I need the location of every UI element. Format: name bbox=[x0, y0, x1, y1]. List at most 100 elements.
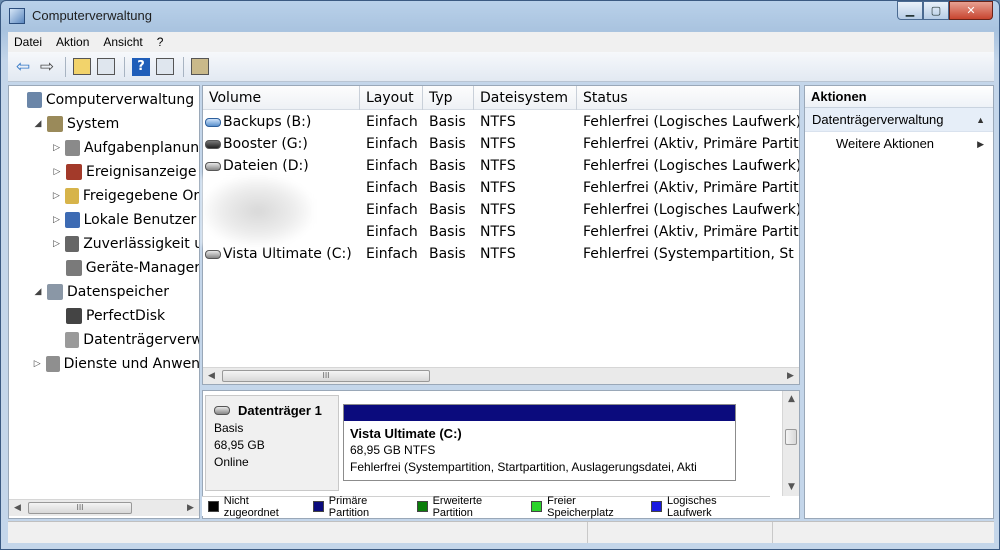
forward-button[interactable]: ⇨ bbox=[36, 56, 58, 78]
cell-dateisystem: NTFS bbox=[480, 243, 577, 265]
tree-item[interactable]: ▷ Freigegebene Ordr bbox=[51, 185, 199, 207]
column-volume[interactable]: Volume bbox=[203, 86, 360, 110]
caption-buttons: ▁ ▢ ✕ bbox=[897, 1, 993, 21]
cell-layout: Einfach bbox=[366, 177, 423, 199]
action-more-actions[interactable]: Weitere Aktionen ▶ bbox=[805, 132, 993, 156]
column-dateisystem[interactable]: Dateisystem bbox=[474, 86, 577, 110]
cell-volume-text: Dateien (D:) bbox=[223, 158, 309, 174]
expand-arrow-icon[interactable]: ▷ bbox=[51, 215, 62, 225]
close-button[interactable]: ✕ bbox=[949, 1, 993, 20]
up-folder-button[interactable] bbox=[71, 56, 93, 78]
expand-arrow-icon[interactable]: ▷ bbox=[32, 359, 43, 369]
up-folder-icon bbox=[73, 58, 91, 75]
help-button[interactable]: ? bbox=[130, 56, 152, 78]
disk-name-row: Datenträger 1 bbox=[214, 402, 330, 419]
cell-volume-text: Backups (B:) bbox=[223, 114, 312, 130]
tree-item-label: Zuverlässigkeit un bbox=[83, 236, 199, 252]
tree-item-label: Aufgabenplanung bbox=[83, 140, 199, 156]
cell-dateisystem: NTFS bbox=[480, 111, 577, 133]
legend-item: Primäre Partition bbox=[313, 495, 409, 519]
tree-horizontal-scrollbar[interactable]: ◀ III ▶ bbox=[9, 499, 199, 516]
tree-item[interactable]: ◢ Datenspeicher bbox=[32, 281, 199, 303]
scroll-thumb[interactable]: III bbox=[222, 370, 430, 382]
column-typ[interactable]: Typ bbox=[423, 86, 474, 110]
cell-typ-text: Basis bbox=[429, 224, 466, 240]
maximize-button[interactable]: ▢ bbox=[923, 1, 949, 20]
list-horizontal-scrollbar[interactable]: ◀ III ▶ bbox=[203, 367, 799, 384]
cell-typ-text: Basis bbox=[429, 202, 466, 218]
expand-arrow-icon[interactable]: ▷ bbox=[51, 167, 63, 177]
table-row[interactable]: Backups (B:) Einfach Basis NTFS Fehlerfrei (… bbox=[203, 111, 799, 133]
legend-label: Logisches Laufwerk bbox=[667, 494, 717, 519]
back-button[interactable]: ⇦ bbox=[12, 56, 34, 78]
status-cell bbox=[8, 522, 588, 543]
menu-bar: Datei Aktion Ansicht ? bbox=[8, 32, 994, 52]
table-row[interactable]: Dateien (D:) Einfach Basis NTFS Fehlerfrei (… bbox=[203, 155, 799, 177]
storage-icon bbox=[47, 284, 63, 300]
status-cell bbox=[588, 522, 773, 543]
scroll-right-icon[interactable]: ▶ bbox=[182, 500, 199, 516]
column-status[interactable]: Status bbox=[577, 86, 799, 110]
menu-help[interactable]: ? bbox=[151, 35, 170, 49]
tree-item[interactable]: ▷ Zuverlässigkeit un bbox=[51, 233, 199, 255]
column-layout[interactable]: Layout bbox=[360, 86, 423, 110]
cell-layout-text: Einfach bbox=[366, 246, 418, 262]
menu-datei[interactable]: Datei bbox=[8, 35, 48, 49]
tree-item[interactable]: Datenträgerverwa bbox=[51, 329, 199, 351]
legend-swatch bbox=[208, 501, 219, 512]
tree-item[interactable]: Geräte-Manager bbox=[51, 257, 199, 279]
graph-vertical-scrollbar[interactable]: ▲ ▼ bbox=[782, 391, 799, 496]
expand-arrow-icon[interactable]: ▷ bbox=[51, 143, 62, 153]
title-bar[interactable]: Computerverwaltung ▁ ▢ ✕ bbox=[1, 1, 999, 31]
cell-dateisystem: NTFS bbox=[480, 221, 577, 243]
show-hide-tree-button[interactable] bbox=[95, 56, 117, 78]
cell-status-text: Fehlerfrei (Logisches Laufwerk) bbox=[583, 114, 799, 130]
disk-info-panel[interactable]: Datenträger 1 Basis 68,95 GB Online bbox=[205, 395, 339, 491]
cell-typ-text: Basis bbox=[429, 114, 466, 130]
tree-item[interactable]: ▷ Ereignisanzeige bbox=[51, 161, 199, 183]
collapse-arrow-icon[interactable]: ◢ bbox=[32, 119, 44, 129]
cell-dateisystem: NTFS bbox=[480, 155, 577, 177]
actions-group-header[interactable]: Datenträgerverwaltung ▲ bbox=[805, 108, 993, 132]
cell-layout: Einfach bbox=[366, 243, 423, 265]
properties-button[interactable] bbox=[189, 56, 211, 78]
menu-ansicht[interactable]: Ansicht bbox=[97, 35, 148, 49]
expand-arrow-icon[interactable]: ▷ bbox=[51, 191, 62, 201]
tree-item[interactable]: Computerverwaltung (L bbox=[13, 89, 199, 111]
toolbar-separator bbox=[183, 56, 184, 77]
tree-item[interactable]: ◢ System bbox=[32, 113, 199, 135]
tree-item[interactable]: PerfectDisk bbox=[51, 305, 199, 327]
table-row[interactable]: Vista Ultimate (C:) Einfach Basis NTFS Fehle… bbox=[203, 243, 799, 265]
scroll-left-icon[interactable]: ◀ bbox=[9, 500, 26, 516]
scroll-thumb[interactable] bbox=[785, 429, 797, 445]
expand-arrow-icon[interactable]: ▷ bbox=[51, 239, 62, 249]
scroll-down-icon[interactable]: ▼ bbox=[783, 479, 800, 495]
scroll-right-icon[interactable]: ▶ bbox=[782, 368, 799, 384]
cell-layout: Einfach bbox=[366, 133, 423, 155]
tree-item[interactable]: ▷ Aufgabenplanung bbox=[51, 137, 199, 159]
scroll-left-icon[interactable]: ◀ bbox=[203, 368, 220, 384]
partition-details: Vista Ultimate (C:) 68,95 GB NTFS Fehler… bbox=[344, 421, 735, 480]
legend-swatch bbox=[531, 501, 543, 512]
disk-type: Basis bbox=[214, 421, 244, 435]
cell-layout: Einfach bbox=[366, 199, 423, 221]
minimize-icon: ▁ bbox=[905, 4, 915, 17]
tree-item[interactable]: ▷ Lokale Benutzer u bbox=[51, 209, 199, 231]
minimize-button[interactable]: ▁ bbox=[897, 1, 923, 20]
partition-block[interactable]: Vista Ultimate (C:) 68,95 GB NTFS Fehler… bbox=[343, 404, 736, 481]
scroll-up-icon[interactable]: ▲ bbox=[783, 391, 800, 407]
tree-item[interactable]: ▷ Dienste und Anwendu bbox=[32, 353, 199, 375]
scroll-thumb[interactable]: III bbox=[28, 502, 132, 514]
status-bar bbox=[8, 521, 994, 543]
legend-swatch bbox=[313, 501, 324, 512]
table-row[interactable]: Booster (G:) Einfach Basis NTFS Fehlerfrei (… bbox=[203, 133, 799, 155]
cell-typ: Basis bbox=[429, 177, 474, 199]
show-hide-action-pane-button[interactable] bbox=[154, 56, 176, 78]
console-tree-icon bbox=[97, 58, 115, 75]
cell-layout-text: Einfach bbox=[366, 114, 418, 130]
drive-icon bbox=[205, 161, 221, 171]
tree-item-label: PerfectDisk bbox=[86, 308, 166, 324]
menu-aktion[interactable]: Aktion bbox=[50, 35, 95, 49]
collapse-arrow-icon[interactable]: ◢ bbox=[32, 287, 44, 297]
cell-layout-text: Einfach bbox=[366, 180, 418, 196]
